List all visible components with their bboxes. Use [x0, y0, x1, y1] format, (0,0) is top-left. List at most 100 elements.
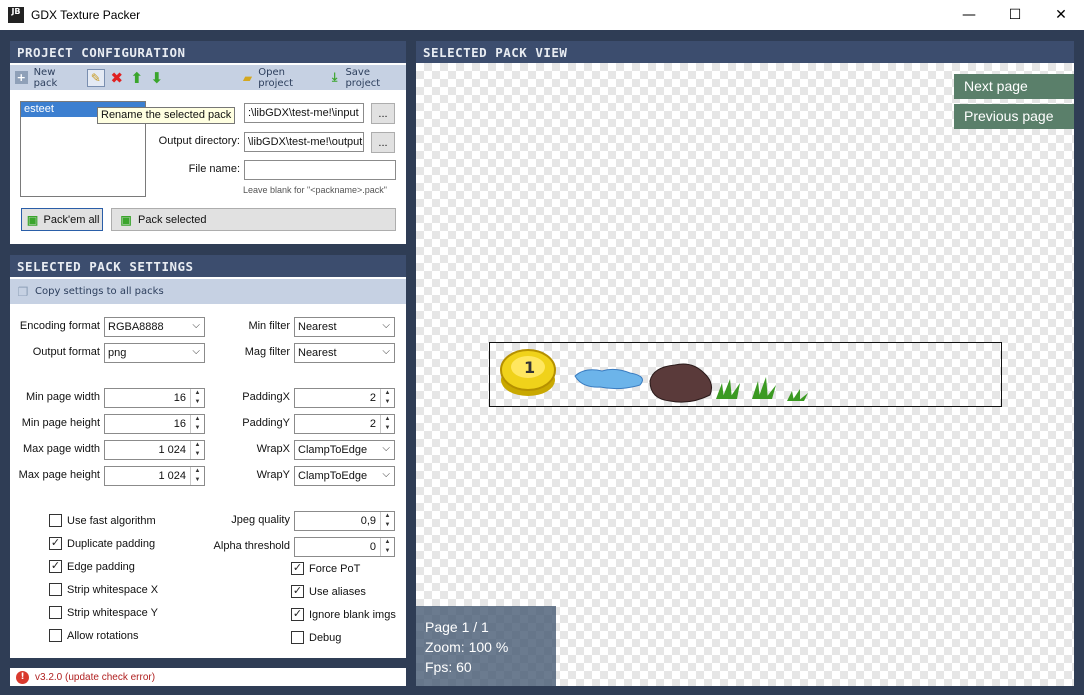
min-page-height-spinner[interactable]: 16 ▲ ▼	[104, 414, 205, 434]
ignore-blank-imgs-checkbox[interactable]: ✓ Ignore blank imgs	[291, 608, 396, 621]
close-button[interactable]: ✕	[1038, 0, 1084, 30]
move-down-button[interactable]: ⬇	[149, 68, 165, 87]
min-filter-select[interactable]: Nearest ⌵	[294, 317, 395, 337]
checkmark-icon[interactable]: ✓	[291, 585, 304, 598]
pack-icon: ▣	[120, 212, 132, 227]
previous-page-button[interactable]: Previous page	[954, 104, 1074, 129]
max-page-width-spinner[interactable]: 1 024 ▲ ▼	[104, 440, 205, 460]
minimize-button[interactable]: —	[946, 0, 992, 30]
wrap-y-label: WrapY	[256, 469, 290, 481]
jpeg-quality-spinner[interactable]: 0,9 ▲ ▼	[294, 511, 395, 531]
duplicate-padding-checkbox[interactable]: ✓ Duplicate padding	[49, 537, 155, 550]
title-bar: JB GDX Texture Packer — ☐ ✕	[0, 0, 1084, 30]
checkmark-icon[interactable]: ✓	[291, 562, 304, 575]
padding-x-label: PaddingX	[242, 391, 290, 403]
output-format-value: png	[108, 347, 127, 359]
chevron-down-icon: ⌵	[382, 346, 390, 357]
checkbox-box[interactable]	[49, 629, 62, 642]
padding-x-value: 2	[369, 392, 376, 404]
next-page-button[interactable]: Next page	[954, 74, 1074, 99]
pack-all-label: Pack'em all	[43, 213, 100, 226]
rename-pack-button[interactable]: ✎	[86, 68, 105, 87]
wrap-x-select[interactable]: ClampToEdge ⌵	[294, 440, 395, 460]
file-name-label: File name:	[188, 163, 240, 175]
spinner-arrows-icon[interactable]: ▲ ▼	[190, 415, 204, 433]
max-page-width-label: Max page width	[22, 443, 100, 455]
output-directory-field[interactable]: \libGDX\test-me!\output	[244, 132, 364, 152]
padding-x-spinner[interactable]: 2 ▲ ▼	[294, 388, 395, 408]
checkbox-box[interactable]	[49, 583, 62, 596]
max-page-height-label: Max page height	[18, 469, 100, 481]
copy-settings-label: Copy settings to all packs	[35, 286, 164, 297]
checkmark-icon[interactable]: ✓	[49, 560, 62, 573]
checkbox-box[interactable]	[49, 514, 62, 527]
min-page-height-value: 16	[173, 418, 186, 430]
copy-settings-button[interactable]: ❐ Copy settings to all packs	[15, 284, 164, 300]
use-fast-algorithm-checkbox[interactable]: Use fast algorithm	[49, 514, 156, 527]
spinner-arrows-icon[interactable]: ▲ ▼	[190, 389, 204, 407]
debug-checkbox[interactable]: Debug	[291, 631, 341, 644]
svg-text:1: 1	[524, 358, 535, 377]
strip-whitespace-y-checkbox[interactable]: Strip whitespace Y	[49, 606, 158, 619]
checkbox-label: Ignore blank imgs	[309, 608, 396, 621]
maximize-button[interactable]: ☐	[992, 0, 1038, 30]
output-format-label: Output format	[32, 346, 100, 358]
min-page-width-spinner[interactable]: 16 ▲ ▼	[104, 388, 205, 408]
project-configuration-header: PROJECT CONFIGURATION	[10, 41, 406, 63]
edge-padding-checkbox[interactable]: ✓ Edge padding	[49, 560, 135, 573]
save-project-label: Save project	[345, 66, 381, 89]
checkbox-label: Edge padding	[67, 560, 135, 573]
browse-output-button[interactable]: ...	[371, 132, 395, 153]
file-name-field[interactable]	[244, 160, 396, 180]
delete-pack-button[interactable]: ✖	[109, 68, 125, 87]
checkbox-label: Allow rotations	[67, 629, 139, 642]
spinner-arrows-icon[interactable]: ▲ ▼	[380, 389, 394, 407]
browse-input-button[interactable]: ...	[371, 103, 395, 124]
force-pot-checkbox[interactable]: ✓ Force PoT	[291, 562, 360, 575]
save-icon: ⤓	[332, 70, 338, 84]
pack-all-button[interactable]: ▣ Pack'em all	[21, 208, 103, 231]
water-sprite	[574, 368, 643, 390]
spinner-arrows-icon[interactable]: ▲ ▼	[380, 415, 394, 433]
checkbox-label: Strip whitespace X	[67, 583, 159, 596]
padding-y-spinner[interactable]: 2 ▲ ▼	[294, 414, 395, 434]
spinner-arrows-icon[interactable]: ▲ ▼	[190, 441, 204, 459]
use-aliases-checkbox[interactable]: ✓ Use aliases	[291, 585, 366, 598]
checkbox-box[interactable]	[49, 606, 62, 619]
project-configuration-panel: PROJECT CONFIGURATION + New pack ✎ ✖ ⬆ ⬇…	[10, 41, 406, 244]
strip-whitespace-x-checkbox[interactable]: Strip whitespace X	[49, 583, 158, 596]
alpha-threshold-spinner[interactable]: 0 ▲ ▼	[294, 537, 395, 557]
delete-icon: ✖	[110, 68, 124, 87]
packed-texture-page: 1	[489, 342, 1002, 407]
checkmark-icon[interactable]: ✓	[49, 537, 62, 550]
open-project-button[interactable]: ▰ Open project	[240, 67, 321, 89]
pack-selected-button[interactable]: ▣ Pack selected	[111, 208, 396, 231]
max-page-height-spinner[interactable]: 1 024 ▲ ▼	[104, 466, 205, 486]
chevron-down-icon: ⌵	[382, 443, 390, 454]
mag-filter-select[interactable]: Nearest ⌵	[294, 343, 395, 363]
spinner-arrows-icon[interactable]: ▲ ▼	[190, 467, 204, 485]
arrow-down-icon: ⬇	[150, 68, 164, 87]
save-project-button[interactable]: ⤓ Save project	[327, 67, 406, 89]
min-filter-label: Min filter	[248, 320, 290, 332]
file-name-hint: Leave blank for "<packname>.pack"	[243, 185, 387, 195]
spinner-arrows-icon[interactable]: ▲ ▼	[380, 512, 394, 530]
chevron-down-icon: ⌵	[382, 320, 390, 331]
output-format-select[interactable]: png ⌵	[104, 343, 205, 363]
encoding-format-select[interactable]: RGBA8888 ⌵	[104, 317, 205, 337]
checkbox-label: Use fast algorithm	[67, 514, 156, 527]
input-directory-field[interactable]: :\libGDX\test-me!\input	[244, 103, 364, 123]
new-pack-button[interactable]: + New pack	[15, 67, 81, 89]
copy-icon: ❐	[17, 284, 29, 299]
move-up-button[interactable]: ⬆	[129, 69, 145, 87]
chevron-down-icon: ⌵	[192, 346, 200, 357]
checkmark-icon[interactable]: ✓	[291, 608, 304, 621]
wrap-y-select[interactable]: ClampToEdge ⌵	[294, 466, 395, 486]
max-page-width-value: 1 024	[158, 444, 186, 456]
allow-rotations-checkbox[interactable]: Allow rotations	[49, 629, 139, 642]
alpha-threshold-value: 0	[369, 541, 376, 553]
packed-sprites: 1	[500, 349, 808, 403]
spinner-arrows-icon[interactable]: ▲ ▼	[380, 538, 394, 556]
plus-icon: +	[15, 71, 28, 84]
checkbox-box[interactable]	[291, 631, 304, 644]
